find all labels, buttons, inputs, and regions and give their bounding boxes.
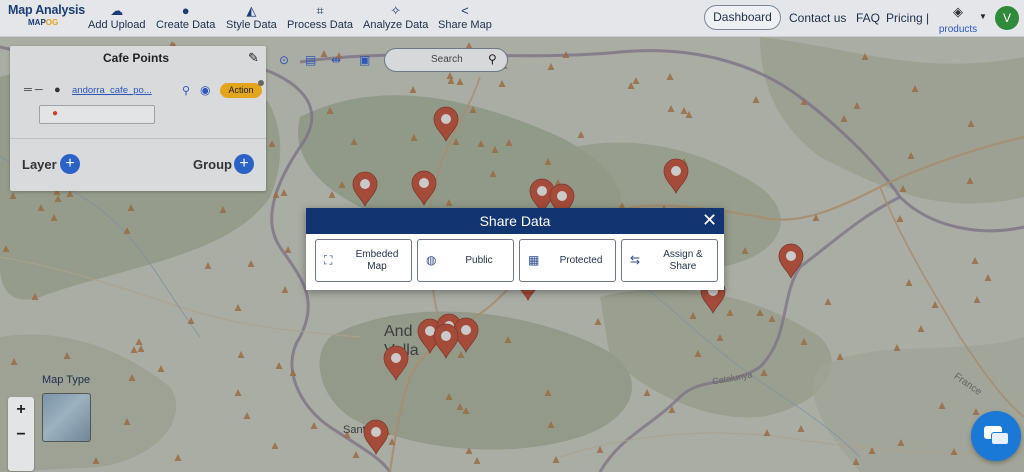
map-pin-icon: ● — [181, 3, 190, 18]
search-icon[interactable]: ⚲ — [488, 52, 497, 66]
nav-analyze-data[interactable]: ✧ Analyze Data — [363, 3, 428, 31]
cafe-marker-pin — [411, 170, 437, 207]
panel-divider — [10, 138, 266, 139]
modal-header: Share Data ✕ — [306, 208, 724, 234]
layer-name-link[interactable]: andorra_cafe_po... — [72, 85, 152, 96]
red-marker-icon: ● — [52, 108, 59, 119]
pricing-link[interactable]: Pricing | — [886, 11, 929, 25]
cafe-marker-pin — [778, 243, 804, 280]
user-avatar[interactable]: V — [995, 6, 1019, 30]
group-label: Group — [193, 157, 232, 172]
cafe-marker-pin — [352, 171, 378, 208]
pencil-edit-icon[interactable]: ✎ — [248, 50, 259, 66]
nav-process-data[interactable]: ⌗ Process Data — [287, 3, 353, 31]
point-layer-icon: ● — [54, 84, 61, 96]
cafe-marker-pin — [663, 158, 689, 195]
visibility-eye-icon[interactable]: ◉ — [200, 83, 210, 97]
zoom-to-layer-icon[interactable]: ⚲ — [182, 84, 190, 97]
cloud-upload-icon: ☁ — [110, 3, 124, 18]
modal-title: Share Data — [479, 213, 551, 229]
zoom-in-button[interactable]: + — [8, 397, 34, 422]
embeded-map-option[interactable]: ⛶ Embeded Map — [315, 239, 412, 282]
contact-us-link[interactable]: Contact us — [789, 11, 846, 25]
drag-handle-icon[interactable]: ═ ─ — [24, 84, 43, 96]
map-search-box[interactable]: Search ⚲ — [384, 48, 508, 72]
dashboard-button[interactable]: Dashboard — [704, 5, 781, 30]
faq-link[interactable]: FAQ — [856, 11, 880, 25]
chevron-down-icon[interactable]: ▼ — [979, 12, 987, 21]
nav-create-data[interactable]: ● Create Data — [156, 3, 215, 31]
process-nodes-icon: ⌗ — [316, 3, 324, 18]
add-group-button[interactable]: + — [234, 154, 254, 174]
share-data-modal: Share Data ✕ ⛶ Embeded Map ◍ Public ▦ Pro… — [306, 208, 724, 290]
cafe-marker-pin — [383, 345, 409, 382]
add-layer-button[interactable]: + — [60, 154, 80, 174]
products-menu[interactable]: ◈ products — [936, 4, 980, 37]
assign-share-icon: ⇆ — [630, 253, 641, 267]
satellite-icon: ✧ — [390, 3, 402, 18]
print-icon[interactable]: ▤ — [305, 53, 316, 67]
public-globe-icon: ◍ — [426, 253, 437, 267]
public-option[interactable]: ◍ Public — [417, 239, 514, 282]
search-input[interactable]: Search — [431, 54, 463, 65]
paint-bucket-icon: ◭ — [246, 3, 257, 18]
map-type-label: Map Type — [42, 374, 91, 386]
nav-share-map[interactable]: < Share Map — [438, 3, 492, 31]
logo-subtitle: MAPOG — [28, 18, 59, 27]
layer-row[interactable]: ═ ─ ● andorra_cafe_po... ⚲ ◉ Action — [24, 83, 264, 100]
top-navbar: Map Analysis MAPOG ☁ Add Upload ● Create… — [0, 0, 1024, 37]
app-logo[interactable]: Map Analysis MAPOG — [8, 3, 86, 27]
assign-share-option[interactable]: ⇆ Assign & Share — [621, 239, 718, 282]
map-type-thumbnail[interactable] — [42, 393, 91, 442]
cafe-marker-pin — [433, 106, 459, 143]
zoom-control: + − — [8, 397, 34, 471]
cafe-marker-pin — [433, 323, 459, 360]
logo-title: Map Analysis — [8, 3, 86, 17]
cafe-marker-pin — [363, 419, 389, 456]
protected-lock-icon: ▦ — [528, 253, 540, 267]
action-button[interactable]: Action — [220, 83, 262, 98]
chat-support-button[interactable] — [971, 411, 1021, 461]
layer-label: Layer — [22, 157, 57, 172]
cube-icon: ◈ — [953, 4, 963, 19]
embed-map-icon: ⛶ — [324, 253, 333, 267]
nav-style-data[interactable]: ◭ Style Data — [226, 3, 277, 31]
zoom-out-button[interactable]: − — [8, 422, 34, 447]
nav-add-upload[interactable]: ☁ Add Upload — [88, 3, 146, 31]
comment-icon[interactable]: ▣ — [359, 53, 370, 67]
share-icon: < — [461, 3, 469, 18]
status-dot — [258, 80, 264, 86]
protected-option[interactable]: ▦ Protected — [519, 239, 616, 282]
locate-target-icon[interactable]: ⊙ — [279, 53, 289, 67]
panel-title: Cafe Points — [102, 51, 169, 65]
close-icon[interactable]: ✕ — [702, 210, 717, 231]
measure-icon[interactable]: ⇹ — [331, 53, 341, 67]
layer-style-swatch[interactable]: ● — [39, 105, 155, 124]
layer-panel: Cafe Points ✎ ═ ─ ● andorra_cafe_po... ⚲… — [10, 46, 266, 191]
